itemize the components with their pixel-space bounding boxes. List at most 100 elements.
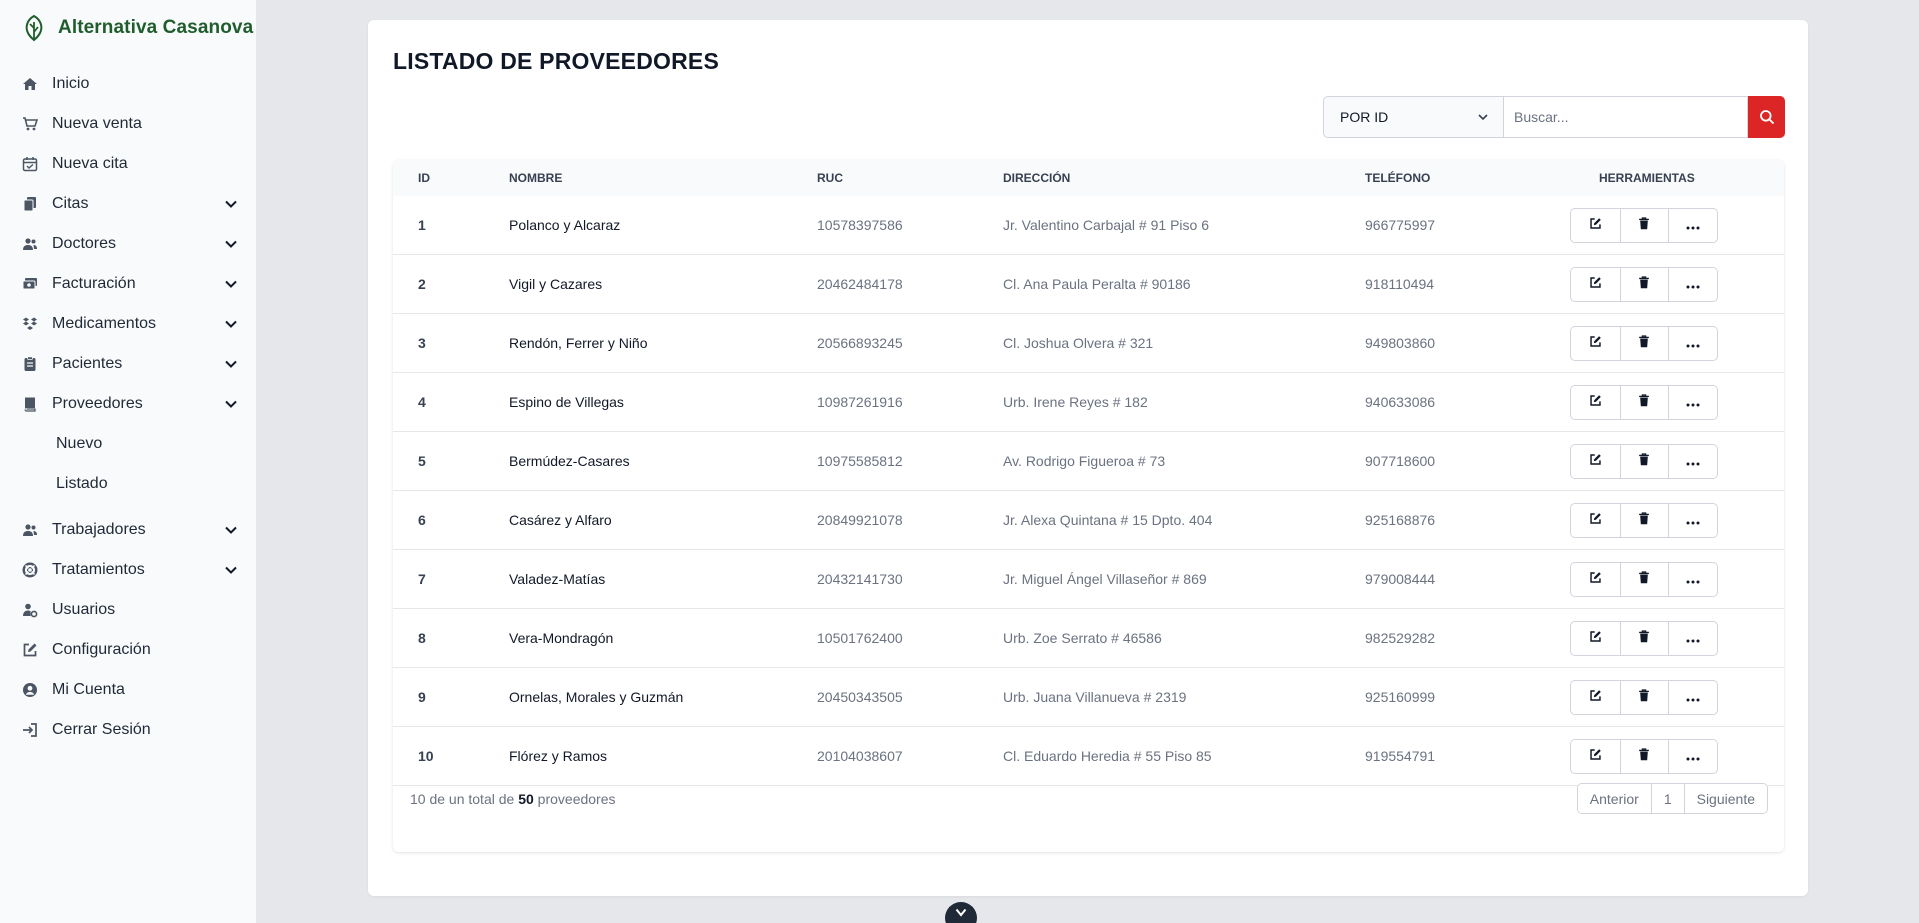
table-header: ID NOMBRE RUC DIRECCIÓN TELÉFONO HERRAMI… — [393, 160, 1784, 196]
sidebar-item-citas[interactable]: Citas — [0, 184, 256, 224]
edit-button[interactable] — [1571, 445, 1620, 478]
table-row: 3 Rendón, Ferrer y Niño 20566893245 Cl. Jos… — [393, 314, 1784, 373]
sidebar-item-configuracion[interactable]: Configuración — [0, 630, 256, 670]
edit-button[interactable] — [1571, 209, 1620, 242]
search-filter-select[interactable]: POR ID — [1323, 96, 1503, 138]
cell-id: 4 — [418, 394, 426, 410]
cell-nombre: Vigil y Cazares — [509, 276, 603, 292]
edit-button[interactable] — [1571, 268, 1620, 301]
cell-telefono: 918110494 — [1365, 276, 1435, 292]
delete-button[interactable] — [1619, 327, 1669, 360]
delete-button[interactable] — [1619, 445, 1669, 478]
edit-icon — [1589, 748, 1602, 766]
sidebar-item-usuarios[interactable]: Usuarios — [0, 590, 256, 630]
cell-telefono: 907718600 — [1365, 453, 1436, 469]
chevron-down-icon — [225, 526, 237, 534]
table-row: 1 Polanco y Alcaraz 10578397586 Jr. Valenti… — [393, 196, 1784, 255]
dropbox-icon — [22, 316, 38, 332]
cell-telefono: 966775997 — [1365, 217, 1436, 233]
header-herramientas: HERRAMIENTAS — [1599, 171, 1695, 185]
sidebar-item-mi-cuenta[interactable]: Mi Cuenta — [0, 670, 256, 710]
header-direccion: DIRECCIÓN — [1003, 171, 1071, 185]
more-button[interactable] — [1668, 268, 1717, 301]
users-icon — [22, 522, 38, 538]
cell-direccion: Urb. Zoe Serrato # 46586 — [1003, 630, 1162, 646]
sign-in-icon — [22, 722, 38, 738]
edit-button[interactable] — [1571, 563, 1620, 596]
sidebar-item-trabajadores[interactable]: Trabajadores — [0, 510, 256, 550]
cell-nombre: Bermúdez-Casares — [509, 453, 630, 469]
users-icon — [22, 236, 38, 252]
sidebar-item-facturacion[interactable]: Facturación — [0, 264, 256, 304]
table-row: 9 Ornelas, Morales y Guzmán 20450343505 Urb… — [393, 668, 1784, 727]
sidebar-item-cerrar-sesion[interactable]: Cerrar Sesión — [0, 710, 256, 750]
edit-button[interactable] — [1571, 622, 1620, 655]
page-title: LISTADO DE PROVEEDORES — [393, 48, 720, 74]
cell-telefono: 949803860 — [1365, 335, 1436, 351]
search-button[interactable] — [1748, 96, 1785, 138]
chevron-down-icon — [955, 908, 967, 917]
more-button[interactable] — [1668, 563, 1717, 596]
cell-direccion: Jr. Valentino Carbajal # 91 Piso 6 — [1003, 217, 1209, 233]
table-footer: 10 de un total de 50 proveedores Anterio… — [393, 769, 1784, 829]
cell-ruc: 20849921078 — [817, 512, 903, 528]
cell-nombre: Vera-Mondragón — [509, 630, 614, 646]
sidebar-item-pacientes[interactable]: Pacientes — [0, 344, 256, 384]
sidebar-item-nueva-cita[interactable]: Nueva cita — [0, 144, 256, 184]
row-tools — [1570, 385, 1718, 420]
more-button[interactable] — [1668, 622, 1717, 655]
sidebar-subitem-listado[interactable]: Listado — [0, 464, 256, 504]
delete-button[interactable] — [1619, 622, 1669, 655]
sidebar-item-proveedores[interactable]: Proveedores — [0, 384, 256, 424]
chevron-down-icon — [225, 280, 237, 288]
sidebar-subitem-nuevo[interactable]: Nuevo — [0, 424, 256, 464]
delete-button[interactable] — [1619, 681, 1669, 714]
chevron-down-icon — [225, 240, 237, 248]
more-button[interactable] — [1668, 504, 1717, 537]
cell-ruc: 20566893245 — [817, 335, 903, 351]
calendar-icon — [22, 156, 38, 172]
sidebar-item-medicamentos[interactable]: Medicamentos — [0, 304, 256, 344]
next-page-button[interactable]: Siguiente — [1683, 784, 1767, 813]
delete-button[interactable] — [1619, 563, 1669, 596]
providers-table: ID NOMBRE RUC DIRECCIÓN TELÉFONO HERRAMI… — [393, 160, 1784, 852]
more-button[interactable] — [1668, 386, 1717, 419]
ellipsis-icon — [1686, 571, 1700, 589]
chevron-down-icon — [225, 566, 237, 574]
more-button[interactable] — [1668, 327, 1717, 360]
cart-icon — [22, 116, 38, 132]
edit-icon — [1589, 335, 1602, 353]
trash-icon — [1638, 570, 1650, 589]
sidebar-item-tratamientos[interactable]: Tratamientos — [0, 550, 256, 590]
book-icon — [22, 396, 38, 412]
cell-ruc: 10578397586 — [817, 217, 903, 233]
sidebar-item-doctores[interactable]: Doctores — [0, 224, 256, 264]
edit-icon — [1589, 217, 1602, 235]
cell-direccion: Cl. Joshua Olvera # 321 — [1003, 335, 1154, 351]
cell-id: 3 — [418, 335, 426, 351]
scroll-down-button[interactable] — [945, 902, 977, 923]
sidebar-item-nueva-venta[interactable]: Nueva venta — [0, 104, 256, 144]
delete-button[interactable] — [1619, 268, 1669, 301]
search-input[interactable] — [1503, 96, 1748, 138]
ellipsis-icon — [1686, 394, 1700, 412]
trash-icon — [1638, 393, 1650, 412]
main-card: LISTADO DE PROVEEDORES POR ID ID NOMBRE … — [368, 20, 1808, 896]
edit-button[interactable] — [1571, 504, 1620, 537]
brand[interactable]: Alternativa Casanova — [22, 14, 253, 42]
more-button[interactable] — [1668, 681, 1717, 714]
edit-button[interactable] — [1571, 386, 1620, 419]
more-button[interactable] — [1668, 209, 1717, 242]
page-number-button[interactable]: 1 — [1650, 784, 1684, 813]
more-button[interactable] — [1668, 445, 1717, 478]
prev-page-button[interactable]: Anterior — [1577, 784, 1651, 813]
edit-button[interactable] — [1571, 681, 1620, 714]
delete-button[interactable] — [1619, 386, 1669, 419]
cell-ruc: 20450343505 — [817, 689, 903, 705]
delete-button[interactable] — [1619, 504, 1669, 537]
sidebar-item-inicio[interactable]: Inicio — [0, 64, 256, 104]
delete-button[interactable] — [1619, 209, 1669, 242]
edit-icon — [1589, 689, 1602, 707]
trash-icon — [1638, 688, 1650, 707]
edit-button[interactable] — [1571, 327, 1620, 360]
